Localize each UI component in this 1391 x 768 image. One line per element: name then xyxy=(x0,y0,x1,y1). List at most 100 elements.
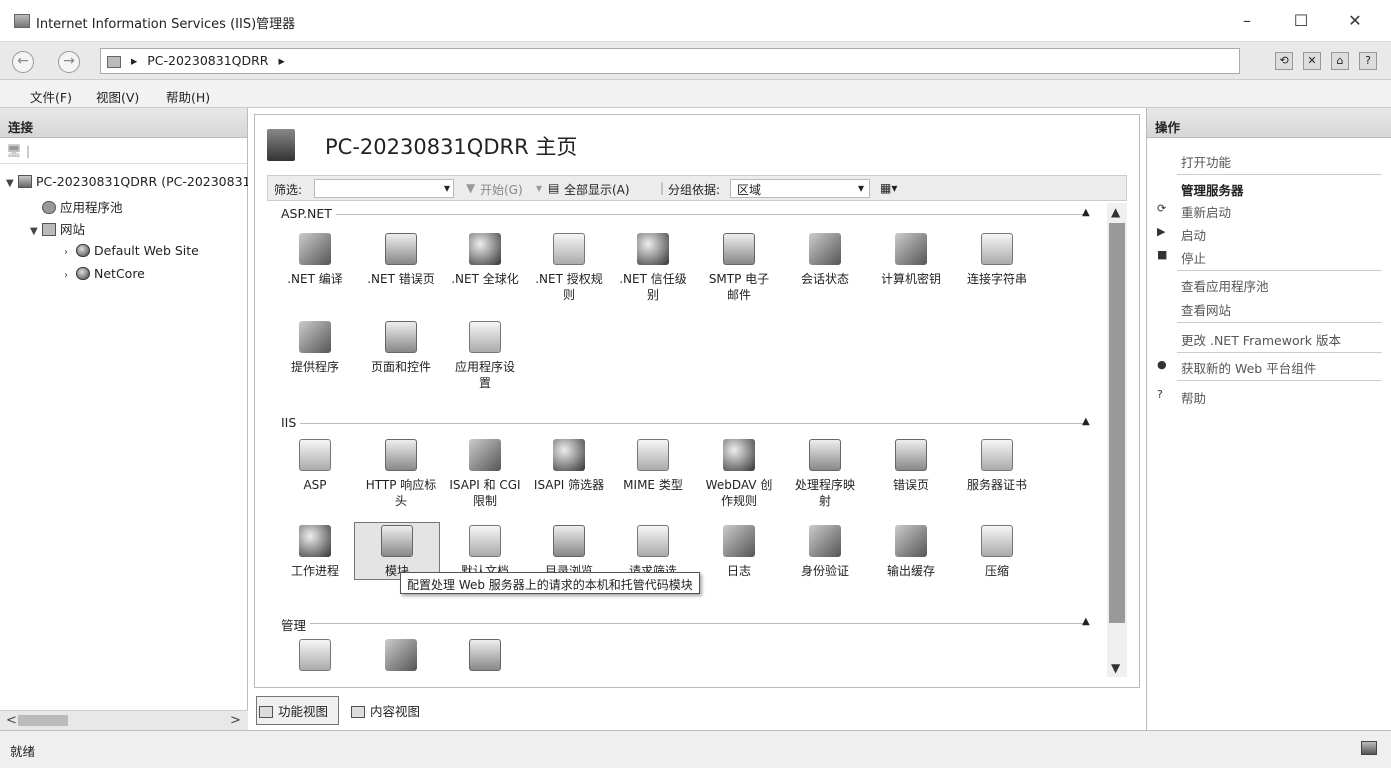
feature-connection-strings[interactable]: 连接字符串 xyxy=(955,233,1039,287)
tile-label: .NET 信任级 xyxy=(619,272,687,286)
expand-chevron-icon[interactable]: ▼ xyxy=(30,226,42,237)
vertical-scrollbar[interactable]: ▲ ▼ xyxy=(1107,203,1127,677)
feature-app-settings[interactable]: 应用程序设置 xyxy=(443,321,527,391)
action-help[interactable]: 帮助 xyxy=(1181,388,1206,407)
checklist-icon xyxy=(469,321,501,353)
tab-features-view[interactable]: 功能视图 xyxy=(256,696,340,725)
response-headers-icon xyxy=(385,439,417,471)
action-view-app-pools[interactable]: 查看应用程序池 xyxy=(1181,276,1269,295)
feature-providers[interactable]: 提供程序 xyxy=(273,321,357,375)
connect-icon[interactable]: 🖥 xyxy=(6,143,22,158)
scroll-right-arrow[interactable]: > xyxy=(230,713,241,728)
feature-isapi-cgi-restrictions[interactable]: ISAPI 和 CGI 限制 xyxy=(443,439,527,509)
tile-label: 会话状态 xyxy=(800,272,849,286)
tile-label: MIME 类型 xyxy=(623,478,683,492)
group-header-iis[interactable]: IIS xyxy=(281,415,301,430)
action-restart[interactable]: 重新启动 xyxy=(1181,202,1231,221)
feature-isapi-filters[interactable]: ISAPI 筛选器 xyxy=(527,439,611,493)
action-get-web-platform[interactable]: 获取新的 Web 平台组件 xyxy=(1181,358,1316,377)
group-header-management[interactable]: 管理 xyxy=(281,615,311,634)
feature-net-compilation[interactable]: .NET 编译 xyxy=(273,233,357,287)
address-path[interactable]: PC-20230831QDRR xyxy=(147,53,268,68)
close-button[interactable]: ✕ xyxy=(1332,10,1378,34)
address-field[interactable]: ▸ PC-20230831QDRR ▸ xyxy=(100,48,1240,74)
feature-configuration-editor[interactable] xyxy=(273,639,357,677)
collapse-chevron-icon[interactable]: › xyxy=(64,247,76,258)
scroll-up-arrow[interactable]: ▲ xyxy=(1111,205,1120,219)
feature-net-trust-levels[interactable]: .NET 信任级别 xyxy=(611,233,695,303)
filter-input[interactable] xyxy=(314,179,454,198)
minimize-button[interactable]: – xyxy=(1224,10,1270,34)
show-all-button[interactable]: 全部显示(A) xyxy=(564,181,630,198)
action-open-feature[interactable]: 打开功能 xyxy=(1181,152,1231,171)
start-filter-button[interactable]: 开始(G) xyxy=(480,181,523,198)
feature-net-authorization[interactable]: .NET 授权规则 xyxy=(527,233,611,303)
menu-view[interactable]: 视图(V) xyxy=(96,87,139,106)
collapse-caret-icon[interactable]: ▲ xyxy=(1082,416,1090,427)
feature-machine-key[interactable]: 计算机密钥 xyxy=(869,233,953,287)
feature-session-state[interactable]: 会话状态 xyxy=(783,233,867,287)
stop-icon[interactable]: ✕ xyxy=(1303,52,1322,70)
feature-output-caching[interactable]: 输出缓存 xyxy=(869,525,953,579)
tile-label: ASP xyxy=(303,478,327,492)
feature-logging[interactable]: 日志 xyxy=(697,525,781,579)
feature-compression[interactable]: 压缩 xyxy=(955,525,1039,579)
group-header-aspnet[interactable]: ASP.NET xyxy=(281,206,336,221)
collapse-caret-icon[interactable]: ▲ xyxy=(1082,207,1090,218)
action-stop[interactable]: 停止 xyxy=(1181,248,1206,267)
feature-net-error-pages[interactable]: .NET 错误页 xyxy=(359,233,443,287)
feature-http-response-headers[interactable]: HTTP 响应标头 xyxy=(359,439,443,509)
action-change-net-framework[interactable]: 更改 .NET Framework 版本 xyxy=(1181,330,1341,349)
feature-shared-configuration[interactable] xyxy=(443,639,527,677)
feature-handler-mappings[interactable]: 处理程序映射 xyxy=(783,439,867,509)
tree-node-server[interactable]: ▼ PC-20230831QDRR (PC-20230831QDRR\ xyxy=(6,174,248,189)
feature-mime-types[interactable]: MIME 类型 xyxy=(611,439,695,493)
feature-asp[interactable]: ASP xyxy=(273,439,357,493)
scroll-thumb[interactable] xyxy=(18,715,68,726)
group-by-select[interactable]: 区域 xyxy=(730,179,870,198)
tile-label-2: 限制 xyxy=(472,494,497,508)
feature-directory-browsing[interactable]: 目录浏览 xyxy=(527,525,611,579)
tree-node-netcore[interactable]: › NetCore xyxy=(64,266,145,281)
start-dropdown-icon[interactable]: ▾ xyxy=(536,181,542,195)
menu-help[interactable]: 帮助(H) xyxy=(166,87,210,106)
page-title: PC-20230831QDRR 主页 xyxy=(325,135,578,159)
refresh-icon[interactable]: ⟲ xyxy=(1275,52,1294,70)
maximize-button[interactable]: ☐ xyxy=(1278,10,1324,34)
sites-folder-icon xyxy=(42,223,56,236)
tree-node-app-pools[interactable]: 应用程序池 xyxy=(42,197,123,216)
feature-feature-delegation[interactable] xyxy=(359,639,443,677)
tab-content-view[interactable]: 内容视图 xyxy=(349,697,430,724)
action-view-sites[interactable]: 查看网站 xyxy=(1181,300,1231,319)
expand-chevron-icon[interactable]: ▼ xyxy=(6,178,18,189)
tree-node-default-web-site[interactable]: › Default Web Site xyxy=(64,243,199,258)
scroll-thumb[interactable] xyxy=(1109,223,1125,623)
forward-button[interactable]: → xyxy=(58,51,80,73)
feature-webdav-authoring[interactable]: WebDAV 创作规则 xyxy=(697,439,781,509)
feature-request-filtering[interactable]: 请求筛选 xyxy=(611,525,695,579)
help-icon[interactable]: ? xyxy=(1359,52,1377,70)
feature-worker-processes[interactable]: 工作进程 xyxy=(273,525,357,579)
action-start[interactable]: 启动 xyxy=(1181,225,1206,244)
feature-modules[interactable]: 模块 xyxy=(354,522,440,580)
tile-label: 日志 xyxy=(726,564,751,578)
feature-net-globalization[interactable]: .NET 全球化 xyxy=(443,233,527,287)
feature-default-document[interactable]: 默认文档 xyxy=(443,525,527,579)
feature-smtp-email[interactable]: SMTP 电子 邮件 xyxy=(697,233,781,303)
view-mode-icon[interactable]: ▦▾ xyxy=(880,181,897,195)
group-by-dropdown-icon[interactable]: ▾ xyxy=(858,181,864,195)
feature-error-pages[interactable]: 错误页 xyxy=(869,439,953,493)
scroll-down-arrow[interactable]: ▼ xyxy=(1111,661,1120,675)
feature-authentication[interactable]: 身份验证 xyxy=(783,525,867,579)
scroll-left-arrow[interactable]: < xyxy=(6,713,17,728)
collapse-chevron-icon[interactable]: › xyxy=(64,270,76,281)
tree-node-sites[interactable]: ▼ 网站 xyxy=(30,219,85,238)
filter-dropdown-icon[interactable]: ▾ xyxy=(444,181,450,195)
collapse-caret-icon[interactable]: ▲ xyxy=(1082,616,1090,627)
back-button[interactable]: ← xyxy=(12,51,34,73)
horizontal-scrollbar[interactable]: < > xyxy=(0,710,248,730)
feature-server-certificates[interactable]: 服务器证书 xyxy=(955,439,1039,493)
menu-file[interactable]: 文件(F) xyxy=(30,87,72,106)
feature-pages-controls[interactable]: 页面和控件 xyxy=(359,321,443,375)
home-icon[interactable]: ⌂ xyxy=(1331,52,1350,70)
